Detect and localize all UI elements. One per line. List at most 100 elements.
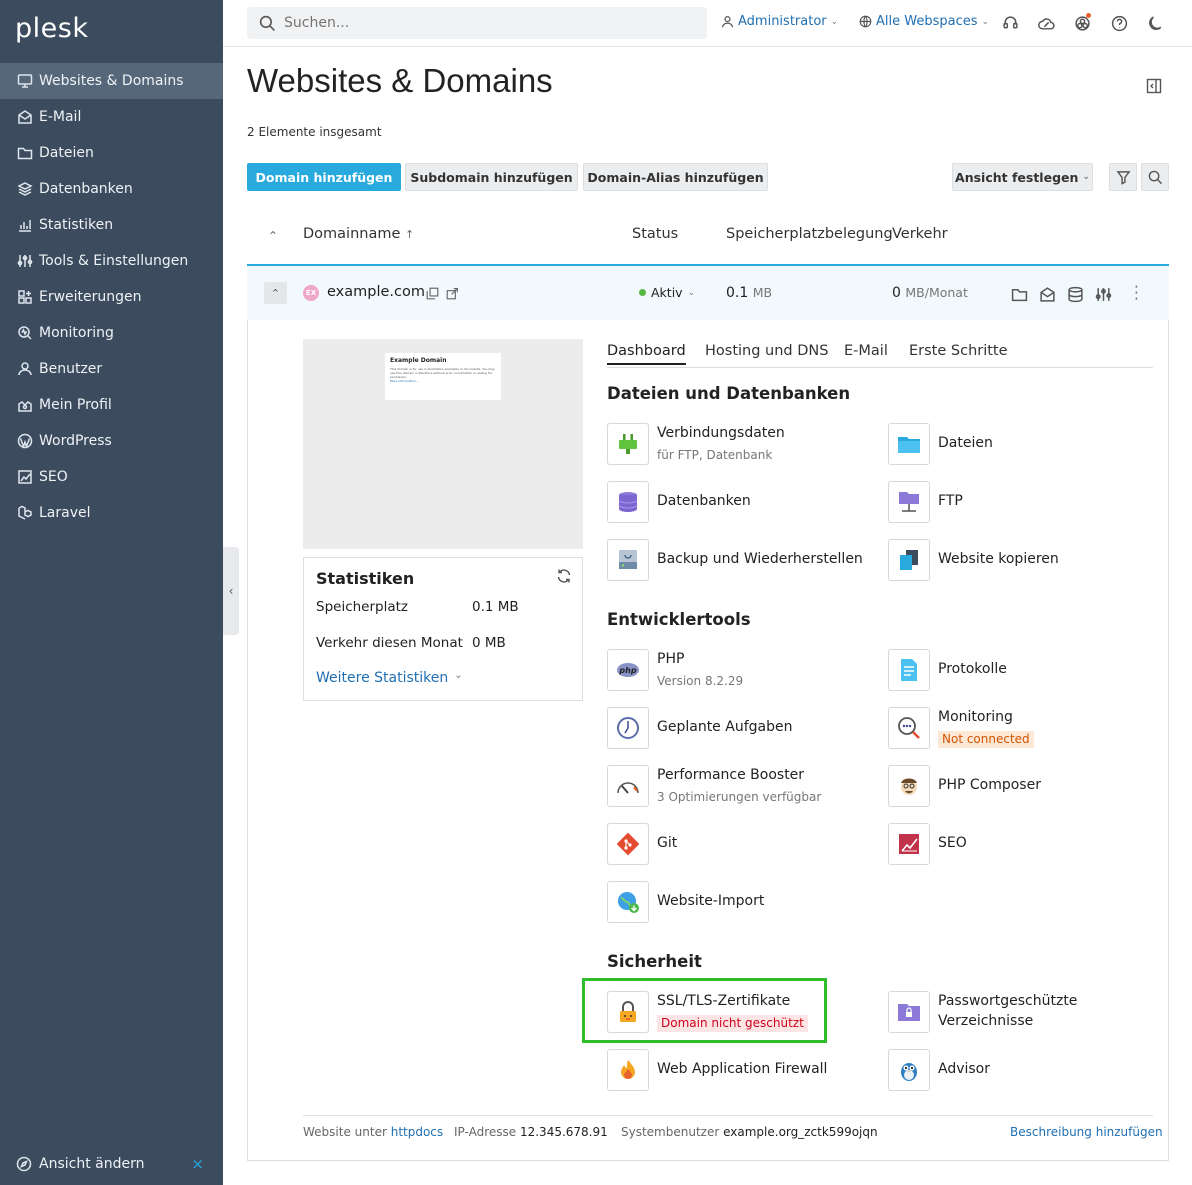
- filter-icon: [1115, 170, 1131, 185]
- git-link[interactable]: Git: [657, 835, 677, 851]
- tab-hosting-dns[interactable]: Hosting und DNS: [705, 343, 828, 359]
- filter-button[interactable]: [1109, 163, 1137, 191]
- change-view-button[interactable]: Ansicht ändern ×: [16, 1151, 216, 1177]
- theme-moon-icon[interactable]: [1145, 13, 1165, 33]
- sidebar-item-laravel[interactable]: Laravel: [0, 495, 223, 531]
- column-domain-name[interactable]: Domainname ↑: [303, 226, 414, 242]
- sidebar-collapse-handle[interactable]: ‹: [223, 547, 239, 635]
- add-subdomain-button[interactable]: Subdomain hinzufügen: [405, 163, 578, 191]
- logs-icon[interactable]: [888, 649, 930, 691]
- protected-directories-link-line2[interactable]: Verzeichnisse: [938, 1013, 1033, 1029]
- tab-dashboard[interactable]: Dashboard: [607, 343, 686, 365]
- logs-link[interactable]: Protokolle: [938, 661, 1007, 677]
- close-icon[interactable]: ×: [191, 1155, 204, 1173]
- php-icon[interactable]: php: [607, 649, 649, 691]
- panel-toggle-icon[interactable]: [1146, 78, 1164, 96]
- seo-link[interactable]: SEO: [938, 835, 967, 851]
- column-status[interactable]: Status: [632, 226, 678, 242]
- extensions-icon: [16, 289, 33, 306]
- add-description-link[interactable]: Beschreibung hinzufügen: [1010, 1125, 1163, 1139]
- sidebar-item-wordpress[interactable]: WordPress: [0, 423, 223, 459]
- search-box[interactable]: [247, 7, 707, 39]
- files-icon[interactable]: [888, 423, 930, 465]
- refresh-icon[interactable]: [556, 568, 572, 588]
- domain-name-link[interactable]: example.com: [327, 284, 425, 300]
- cloud-icon[interactable]: [1036, 13, 1056, 33]
- sidebar-item-users[interactable]: Benutzer: [0, 351, 223, 387]
- sliders-icon[interactable]: [1093, 284, 1113, 304]
- collapse-row-button[interactable]: ⌃: [264, 282, 287, 304]
- tab-getting-started[interactable]: Erste Schritte: [909, 343, 1008, 359]
- open-external-icon[interactable]: [446, 287, 459, 304]
- webspace-selector[interactable]: Alle Webspaces ⌄: [859, 14, 989, 29]
- sidebar-item-profile[interactable]: Mein Profil: [0, 387, 223, 423]
- sidebar-item-seo[interactable]: SEO: [0, 459, 223, 495]
- sidebar-item-monitoring[interactable]: Monitoring: [0, 315, 223, 351]
- monitoring-icon[interactable]: [888, 707, 930, 749]
- add-alias-button[interactable]: Domain-Alias hinzufügen: [583, 163, 768, 191]
- plesk-logo[interactable]: plesk: [15, 13, 88, 44]
- ftp-link[interactable]: FTP: [938, 493, 963, 509]
- firewall-icon[interactable]: [607, 1049, 649, 1091]
- folder-icon[interactable]: [1009, 284, 1029, 304]
- website-preview[interactable]: Example Domain This domain is for use in…: [303, 339, 583, 549]
- status-dropdown[interactable]: Aktiv ⌄: [639, 285, 695, 300]
- php-composer-link[interactable]: PHP Composer: [938, 777, 1041, 793]
- chevron-down-icon: ⌄: [687, 287, 696, 298]
- support-icon[interactable]: [1000, 13, 1020, 33]
- user-menu[interactable]: Administrator ⌄: [721, 14, 838, 29]
- website-copy-link[interactable]: Website kopieren: [938, 551, 1059, 567]
- help-icon[interactable]: [1109, 13, 1129, 33]
- scheduled-tasks-link[interactable]: Geplante Aufgaben: [657, 719, 792, 735]
- sidebar-item-email[interactable]: E-Mail: [0, 99, 223, 135]
- performance-booster-link[interactable]: Performance Booster: [657, 767, 804, 783]
- connection-info-link[interactable]: Verbindungsdaten: [657, 425, 785, 441]
- website-import-icon[interactable]: [607, 881, 649, 923]
- tab-email[interactable]: E-Mail: [844, 343, 888, 359]
- search-input[interactable]: [284, 15, 684, 31]
- database-icon[interactable]: [1065, 284, 1085, 304]
- backup-icon[interactable]: [607, 539, 649, 581]
- backup-link[interactable]: Backup und Wiederherstellen: [657, 551, 863, 567]
- php-composer-icon[interactable]: [888, 765, 930, 807]
- files-link[interactable]: Dateien: [938, 435, 993, 451]
- performance-booster-icon[interactable]: [607, 765, 649, 807]
- copy-icon[interactable]: [426, 287, 439, 304]
- website-copy-icon[interactable]: [888, 539, 930, 581]
- php-link[interactable]: PHP: [657, 651, 684, 667]
- mail-icon[interactable]: [1037, 284, 1057, 304]
- website-import-link[interactable]: Website-Import: [657, 893, 764, 909]
- connection-info-icon[interactable]: [607, 423, 649, 465]
- notifications-icon[interactable]: [1072, 13, 1092, 33]
- sidebar-item-statistics[interactable]: Statistiken: [0, 207, 223, 243]
- protected-directories-icon[interactable]: [888, 991, 930, 1033]
- sidebar-item-extensions[interactable]: Erweiterungen: [0, 279, 223, 315]
- sidebar-item-tools-settings[interactable]: Tools & Einstellungen: [0, 243, 223, 279]
- ftp-icon[interactable]: [888, 481, 930, 523]
- sidebar-item-websites-domains[interactable]: Websites & Domains: [0, 63, 223, 99]
- search-list-button[interactable]: [1141, 163, 1169, 191]
- ssl-certificate-link[interactable]: SSL/TLS-Zertifikate: [657, 993, 790, 1009]
- more-actions-icon[interactable]: · · ·: [1134, 280, 1139, 307]
- advisor-link[interactable]: Advisor: [938, 1061, 990, 1077]
- sidebar-item-files[interactable]: Dateien: [0, 135, 223, 171]
- collapse-all-icon[interactable]: ⌃: [268, 229, 278, 243]
- column-traffic[interactable]: Verkehr: [892, 226, 948, 242]
- more-statistics-link[interactable]: Weitere Statistiken ⌄: [316, 670, 463, 686]
- seo-icon[interactable]: [888, 823, 930, 865]
- chevron-left-icon: ‹: [228, 584, 234, 598]
- set-view-button[interactable]: Ansicht festlegen ⌄: [952, 163, 1093, 191]
- ssl-certificate-icon[interactable]: [607, 991, 649, 1033]
- column-storage[interactable]: Speicherplatzbelegung: [726, 226, 893, 242]
- add-domain-button[interactable]: Domain hinzufügen: [247, 163, 401, 191]
- firewall-link[interactable]: Web Application Firewall: [657, 1061, 827, 1077]
- sidebar-item-databases[interactable]: Datenbanken: [0, 171, 223, 207]
- git-icon[interactable]: [607, 823, 649, 865]
- httpdocs-link[interactable]: httpdocs: [391, 1125, 443, 1139]
- monitoring-link[interactable]: Monitoring: [938, 709, 1013, 725]
- databases-icon[interactable]: [607, 481, 649, 523]
- databases-link[interactable]: Datenbanken: [657, 493, 751, 509]
- advisor-icon[interactable]: [888, 1049, 930, 1091]
- scheduled-tasks-icon[interactable]: [607, 707, 649, 749]
- protected-directories-link[interactable]: Passwortgeschützte: [938, 993, 1077, 1009]
